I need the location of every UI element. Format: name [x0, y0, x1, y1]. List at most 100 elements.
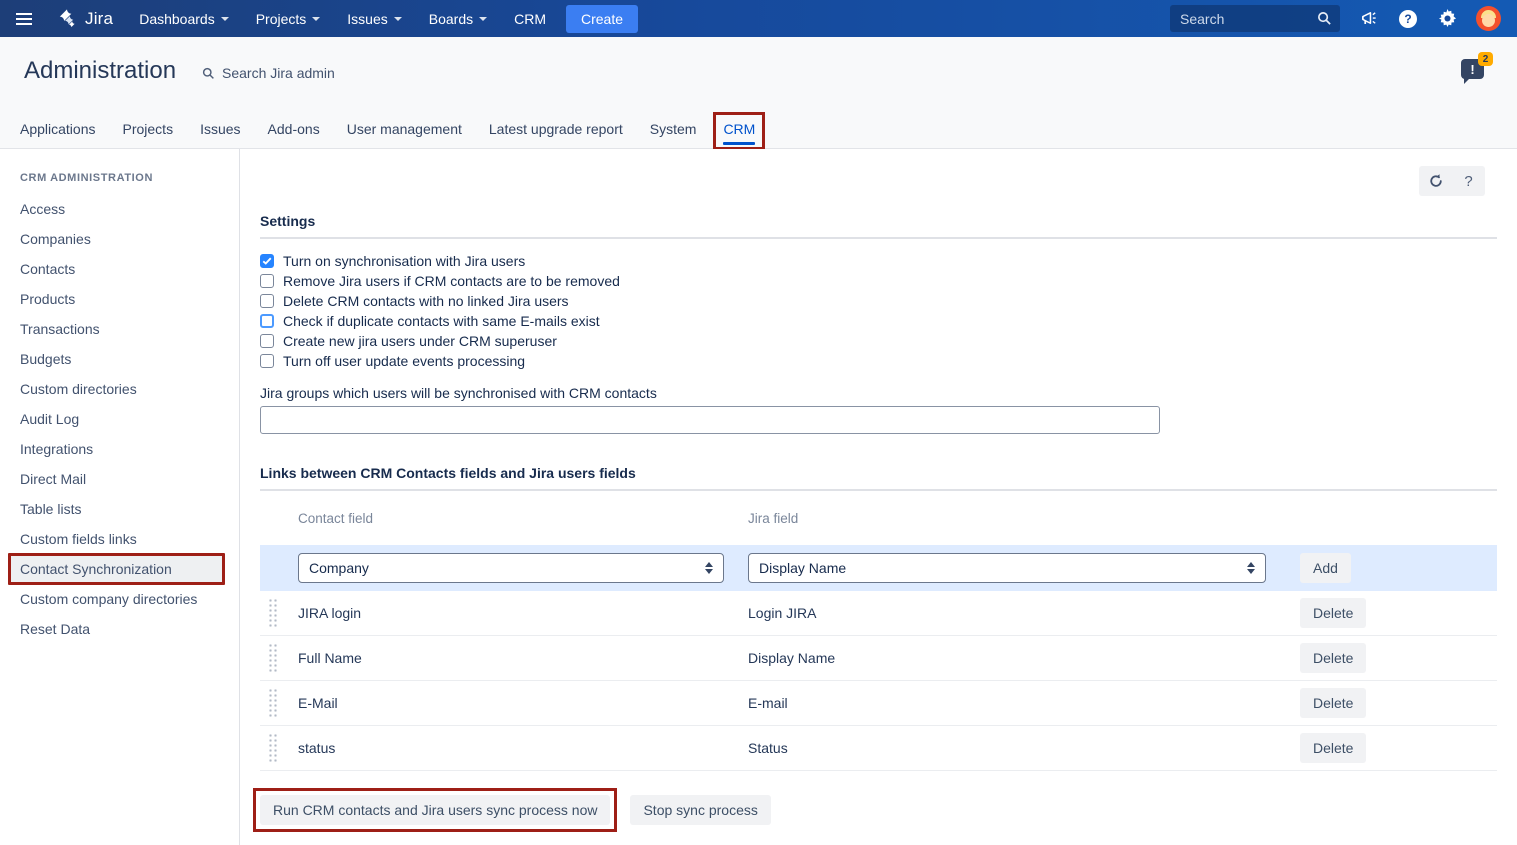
- jira-field-value: Login JIRA: [748, 605, 1286, 621]
- sidebar-items: AccessCompaniesContacts Products Transacti…: [0, 194, 239, 644]
- main-content: ? Settings Turn on synchronisation with …: [240, 149, 1517, 845]
- delete-button-jira-login[interactable]: Delete: [1300, 598, 1366, 628]
- sidebar-item-label: Budgets: [20, 351, 71, 367]
- search-icon: [202, 67, 215, 80]
- topnav-item-boards[interactable]: Boards: [429, 11, 487, 27]
- sidebar-item-integrations[interactable]: Integrations: [0, 434, 239, 464]
- jira-groups-label: Jira groups which users will be synchron…: [260, 385, 1497, 401]
- stop-sync-button[interactable]: Stop sync process: [630, 795, 770, 825]
- sidebar-item-custom-directories[interactable]: Custom directories: [0, 374, 239, 404]
- navbar-search-input[interactable]: [1170, 5, 1340, 32]
- notifications-icon[interactable]: ! 2: [1461, 59, 1484, 79]
- checkbox-turn-on-synchronisation-with-jira-users[interactable]: [260, 254, 274, 268]
- delete-button-status[interactable]: Delete: [1300, 733, 1366, 763]
- sidebar-item-reset-data[interactable]: Reset Data: [0, 614, 239, 644]
- topnav-item-dashboards[interactable]: Dashboards: [139, 11, 229, 27]
- jira-field-selected-value: Display Name: [759, 560, 846, 576]
- help-button[interactable]: ?: [1452, 166, 1485, 196]
- search-icon: [1317, 11, 1332, 26]
- tab-system[interactable]: System: [650, 113, 697, 148]
- sidebar-item-label: Products: [20, 291, 75, 307]
- user-avatar[interactable]: [1476, 6, 1501, 31]
- delete-button-e-mail[interactable]: Delete: [1300, 688, 1366, 718]
- admin-search[interactable]: Search Jira admin: [202, 65, 335, 81]
- tab-add-ons[interactable]: Add-ons: [268, 113, 320, 148]
- checkbox-delete-crm-contacts-with-no-linked-jira-users[interactable]: [260, 294, 274, 308]
- help-icon[interactable]: ?: [1398, 9, 1418, 29]
- sidebar-item-label: Reset Data: [20, 621, 90, 637]
- link-row-status: statusStatusDelete: [260, 726, 1497, 771]
- setting-row-remove-jira-users-if-crm-contacts-are-to-be-removed: Remove Jira users if CRM contacts are to…: [260, 271, 1497, 291]
- drag-handle-icon[interactable]: [268, 643, 279, 673]
- drag-handle-icon[interactable]: [268, 598, 279, 628]
- topnav-item-projects[interactable]: Projects: [256, 11, 321, 27]
- refresh-button[interactable]: [1419, 166, 1452, 196]
- sidebar-item-table-lists[interactable]: Table lists: [0, 494, 239, 524]
- tab-issues[interactable]: Issues: [200, 113, 240, 148]
- gear-icon[interactable]: [1437, 9, 1457, 29]
- svg-text:?: ?: [1404, 12, 1411, 26]
- jira-logo[interactable]: Jira: [56, 7, 113, 30]
- tab-latest-upgrade-report[interactable]: Latest upgrade report: [489, 113, 623, 148]
- sidebar-item-custom-fields-links[interactable]: Custom fields links: [0, 524, 239, 554]
- sidebar-item-contact-synchronization[interactable]: Contact Synchronization: [0, 554, 239, 584]
- add-button[interactable]: Add: [1300, 553, 1351, 583]
- content-toolbar: ?: [1419, 166, 1485, 196]
- sidebar-item-companies[interactable]: Companies: [0, 224, 239, 254]
- sidebar-item-direct-mail[interactable]: Direct Mail: [0, 464, 239, 494]
- run-sync-button[interactable]: Run CRM contacts and Jira users sync pro…: [260, 795, 610, 825]
- hamburger-menu-icon[interactable]: [16, 13, 32, 25]
- sidebar-item-label: Custom fields links: [20, 531, 137, 547]
- tab-projects[interactable]: Projects: [123, 113, 174, 148]
- topnav-item-crm[interactable]: CRM: [514, 11, 546, 27]
- settings-heading: Settings: [260, 213, 1497, 239]
- setting-row-delete-crm-contacts-with-no-linked-jira-users: Delete CRM contacts with no linked Jira …: [260, 291, 1497, 311]
- jira-logo-icon: [56, 7, 79, 30]
- checkbox-create-new-jira-users-under-crm-superuser[interactable]: [260, 334, 274, 348]
- drag-handle-icon[interactable]: [268, 688, 279, 718]
- column-header-contact-field: Contact field: [298, 511, 748, 526]
- contact-field-select[interactable]: Company: [298, 553, 724, 583]
- sidebar-item-label: Table lists: [20, 501, 81, 517]
- delete-button-full-name[interactable]: Delete: [1300, 643, 1366, 673]
- sidebar-item-budgets[interactable]: Budgets: [0, 344, 239, 374]
- links-table: Contact field Jira field Company Display…: [260, 491, 1497, 771]
- content-body: Settings Turn on synchronisation with Ji…: [240, 213, 1517, 832]
- sidebar-item-access[interactable]: Access: [0, 194, 239, 224]
- sidebar: CRM ADMINISTRATION AccessCompaniesContac…: [0, 149, 240, 845]
- sidebar-item-audit-log[interactable]: Audit Log: [0, 404, 239, 434]
- tab-user-management[interactable]: User management: [347, 113, 462, 148]
- jira-groups-input[interactable]: [260, 406, 1160, 434]
- setting-row-turn-on-synchronisation-with-jira-users: Turn on synchronisation with Jira users: [260, 251, 1497, 271]
- contact-field-selected-value: Company: [309, 560, 369, 576]
- chevron-down-icon: [312, 17, 320, 21]
- select-spinner-icon: [705, 562, 713, 574]
- checkbox-turn-off-user-update-events-processing[interactable]: [260, 354, 274, 368]
- jira-field-select[interactable]: Display Name: [748, 553, 1266, 583]
- tab-crm[interactable]: CRM: [723, 113, 755, 148]
- sync-actions: Run CRM contacts and Jira users sync pro…: [260, 788, 1497, 832]
- megaphone-icon[interactable]: [1359, 9, 1379, 29]
- sidebar-item-contacts[interactable]: Contacts: [0, 254, 239, 284]
- avatar-face: [1482, 14, 1495, 27]
- jira-field-value: Status: [748, 740, 1286, 756]
- sidebar-item-transactions[interactable]: Transactions: [0, 314, 239, 344]
- sidebar-item-label: Contact Synchronization: [20, 561, 172, 577]
- sidebar-item-label: Direct Mail: [20, 471, 86, 487]
- contact-field-value: JIRA login: [298, 605, 748, 621]
- setting-row-check-if-duplicate-contacts-with-same-e-mails-exist: Check if duplicate contacts with same E-…: [260, 311, 1497, 331]
- topnav-item-issues[interactable]: Issues: [347, 11, 401, 27]
- drag-handle-icon[interactable]: [268, 733, 279, 763]
- link-rows: JIRA loginLogin JIRADeleteFull NameDispl…: [260, 591, 1497, 771]
- checkbox-remove-jira-users-if-crm-contacts-are-to-be-removed[interactable]: [260, 274, 274, 288]
- jira-field-value: Display Name: [748, 650, 1286, 666]
- checkbox-check-if-duplicate-contacts-with-same-e-mails-exist[interactable]: [260, 314, 274, 328]
- tab-applications[interactable]: Applications: [20, 113, 96, 148]
- select-spinner-icon: [1247, 562, 1255, 574]
- sidebar-item-products[interactable]: Products: [0, 284, 239, 314]
- create-button[interactable]: Create: [566, 5, 638, 33]
- checkbox-label: Check if duplicate contacts with same E-…: [283, 313, 600, 329]
- sidebar-item-custom-company-directories[interactable]: Custom company directories: [0, 584, 239, 614]
- sidebar-item-label: Custom directories: [20, 381, 137, 397]
- jira-logo-text: Jira: [85, 9, 113, 29]
